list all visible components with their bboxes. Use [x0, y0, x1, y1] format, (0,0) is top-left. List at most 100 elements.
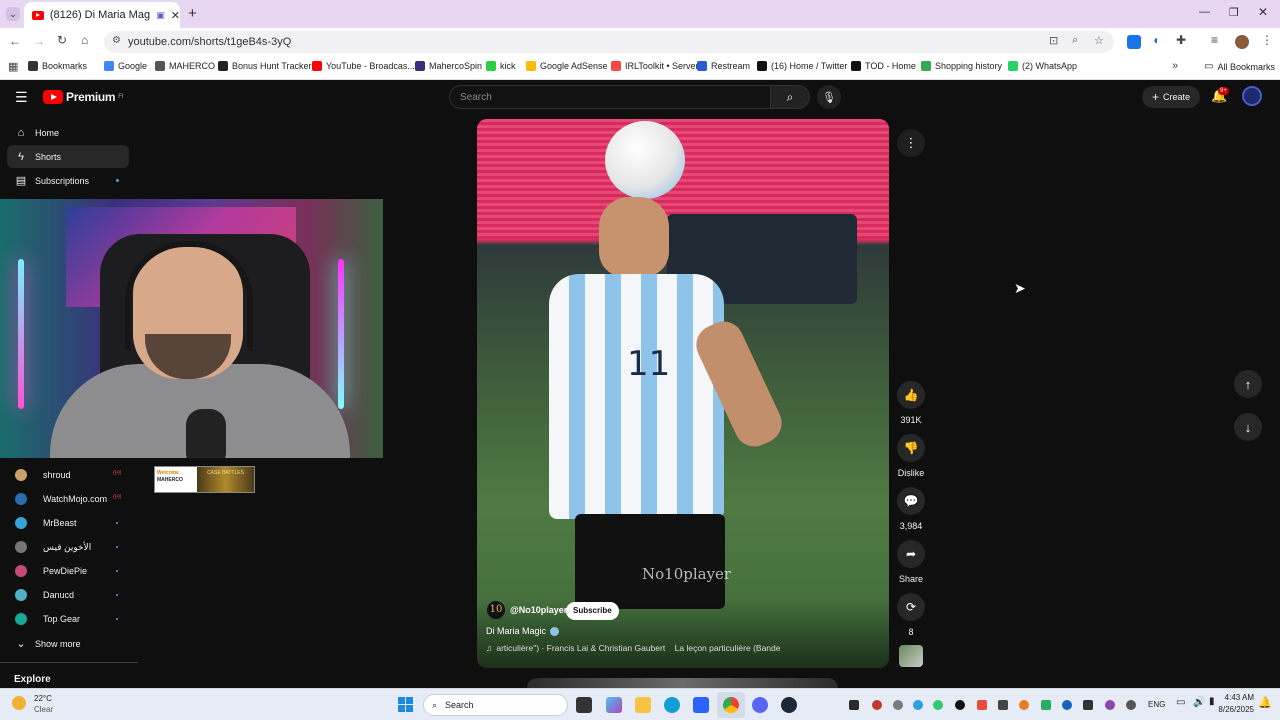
profile-avatar[interactable] — [1235, 35, 1249, 49]
minimize-button[interactable]: — — [1199, 6, 1210, 18]
dislike-button[interactable]: 👎 — [897, 434, 925, 462]
next-short-preview[interactable] — [527, 678, 838, 688]
tab-search-button[interactable]: ⌄ — [6, 7, 20, 21]
bookmark-item[interactable]: Bonus Hunt Tracker — [218, 61, 312, 71]
apps-grid-icon[interactable]: ▦ — [8, 60, 18, 73]
short-title[interactable]: Di Maria Magic — [486, 626, 546, 636]
all-bookmarks-folder[interactable]: ▭ All Bookmarks — [1204, 61, 1275, 72]
tray-shield-icon[interactable] — [1041, 700, 1051, 710]
subscription-channel[interactable]: Top Gear — [0, 609, 130, 629]
notifications-icon[interactable]: 🔔 — [1258, 696, 1272, 709]
tray-device-icon[interactable] — [998, 700, 1008, 710]
tray-dark-icon[interactable] — [955, 700, 965, 710]
new-tab-button[interactable]: + — [188, 5, 197, 22]
bookmark-item[interactable]: TOD - Home — [851, 61, 916, 71]
hamburger-menu-icon[interactable]: ☰ — [15, 89, 28, 106]
tray-circle-icon[interactable] — [893, 700, 903, 710]
subscription-channel[interactable]: الأخوين قيس — [0, 537, 130, 557]
subscribe-button[interactable]: Subscribe — [566, 602, 619, 620]
subscription-channel[interactable]: WatchMojo.com ((•)) — [0, 489, 130, 509]
tab-close-icon[interactable]: ✕ — [171, 9, 180, 22]
extension-icon[interactable] — [1127, 35, 1141, 49]
search-input[interactable]: Search — [449, 85, 771, 109]
audio-extension-icon[interactable]: ◖ — [1152, 33, 1159, 47]
url-field[interactable]: ⚙ youtube.com/shorts/t1geB4s-3yQ ⊡ ⌕ ☆ — [104, 31, 1114, 53]
steam-icon[interactable] — [781, 697, 797, 713]
tray-green-icon[interactable] — [933, 700, 943, 710]
clock-date[interactable]: 8/26/2025 — [1210, 705, 1254, 714]
music-row[interactable]: ♫ articulière") · Francis Lai & Christia… — [486, 643, 781, 653]
tray-keyboard-icon[interactable] — [1083, 700, 1093, 710]
weather-temp[interactable]: 22°C — [34, 694, 52, 703]
voice-search-button[interactable]: 🎙 — [817, 85, 841, 109]
bookmark-item[interactable]: MahercoSpin — [415, 61, 482, 71]
bookmark-item[interactable]: Shopping history — [921, 61, 1002, 71]
search-button[interactable]: ⌕ — [770, 85, 810, 109]
channel-handle[interactable]: @No10player — [510, 605, 567, 615]
bookmark-item[interactable]: Bookmarks — [28, 61, 87, 71]
tray-red-icon[interactable] — [977, 700, 987, 710]
bookmark-item[interactable]: MAHERCO — [155, 61, 215, 71]
bookmark-item[interactable]: Restream — [697, 61, 750, 71]
zoom-icon[interactable]: ⌕ — [1072, 34, 1078, 47]
subscription-channel[interactable]: PewDiePie — [0, 561, 130, 581]
account-avatar[interactable] — [1242, 86, 1262, 106]
like-button[interactable]: 👍 — [897, 381, 925, 409]
copilot-icon[interactable] — [606, 697, 622, 713]
bookmark-item[interactable]: YouTube - Broadcas... — [312, 61, 415, 71]
sound-thumbnail[interactable] — [899, 645, 923, 667]
sidebar-item-subscriptions[interactable]: ▤ Subscriptions — [7, 169, 129, 192]
install-icon[interactable]: ⊡ — [1049, 34, 1058, 47]
site-info-icon[interactable]: ⚙ — [112, 35, 121, 46]
task-view-icon[interactable] — [576, 697, 592, 713]
active-tab[interactable]: (8126) Di Maria Magic ▣ ✕ — [24, 2, 180, 28]
media-control-icon[interactable]: ≡ — [1211, 33, 1218, 47]
share-button[interactable]: ➦ — [897, 540, 925, 568]
bluetooth-icon[interactable] — [1062, 700, 1072, 710]
subscription-channel[interactable]: shroud ((•)) — [0, 465, 130, 485]
file-explorer-icon[interactable] — [635, 697, 651, 713]
tray-purple-icon[interactable] — [1105, 700, 1115, 710]
start-button[interactable] — [398, 697, 413, 712]
subscription-channel[interactable]: Danucd — [0, 585, 130, 605]
bookmark-item[interactable]: Google — [104, 61, 147, 71]
comments-button[interactable]: 💬 — [897, 487, 925, 515]
menu-kebab-icon[interactable]: ⋮ — [1261, 33, 1273, 47]
tray-app-icon[interactable] — [849, 700, 859, 710]
youtube-premium-logo[interactable]: Premium FI — [43, 90, 124, 104]
bookmark-item[interactable]: Google AdSense — [526, 61, 608, 71]
remix-button[interactable]: ⟳ — [897, 593, 925, 621]
show-more-button[interactable]: ⌄ Show more — [7, 632, 129, 655]
subscription-channel[interactable]: MrBeast — [0, 513, 130, 533]
network-icon[interactable]: ▭ — [1176, 697, 1185, 708]
short-video-player[interactable]: 11 No10player 10 @No10player Subscribe D… — [477, 119, 889, 668]
bookmark-item[interactable]: (16) Home / Twitter — [757, 61, 847, 71]
create-button[interactable]: + Create — [1142, 86, 1200, 108]
extensions-puzzle-icon[interactable]: ✚ — [1176, 33, 1186, 47]
bookmark-item[interactable]: kick — [486, 61, 516, 71]
channel-avatar[interactable]: 10 — [487, 601, 505, 619]
back-icon[interactable]: ← — [9, 34, 21, 48]
edge-icon[interactable] — [664, 697, 680, 713]
tray-mic-icon[interactable] — [1126, 700, 1136, 710]
discord-icon[interactable] — [752, 697, 768, 713]
next-short-button[interactable]: ↓ — [1234, 413, 1262, 441]
tray-sync-icon[interactable] — [913, 700, 923, 710]
previous-short-button[interactable]: ↑ — [1234, 370, 1262, 398]
tray-orange-icon[interactable] — [1019, 700, 1029, 710]
forward-icon[interactable]: → — [33, 34, 45, 48]
tray-obs-icon[interactable] — [872, 700, 882, 710]
close-window-button[interactable]: ✕ — [1258, 5, 1268, 19]
more-bookmarks-icon[interactable]: » — [1172, 60, 1178, 72]
more-options-button[interactable]: ⋮ — [897, 129, 925, 157]
bookmark-item[interactable]: (2) WhatsApp — [1008, 61, 1077, 71]
chrome-icon[interactable] — [723, 697, 739, 713]
maximize-button[interactable]: ❐ — [1229, 6, 1239, 19]
clock-time[interactable]: 4:43 AM — [1214, 693, 1254, 702]
bookmark-star-icon[interactable]: ☆ — [1094, 34, 1104, 47]
sidebar-item-shorts[interactable]: ϟ Shorts — [7, 145, 129, 168]
language-indicator[interactable]: ENG — [1148, 700, 1165, 709]
store-icon[interactable] — [693, 697, 709, 713]
reload-icon[interactable]: ↻ — [57, 33, 67, 47]
taskbar-search[interactable]: ⌕ Search — [423, 694, 568, 716]
